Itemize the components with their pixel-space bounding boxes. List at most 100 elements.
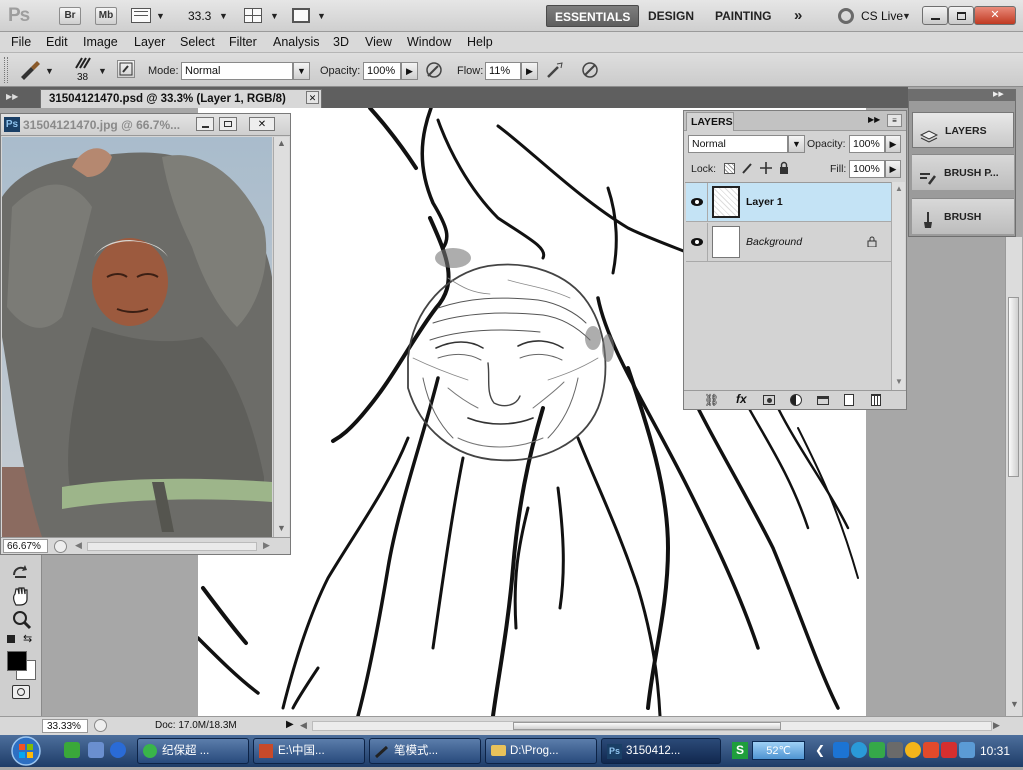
new-layer-icon[interactable] <box>844 394 854 406</box>
quicklaunch-icon[interactable] <box>64 742 80 758</box>
chevron-up-icon[interactable]: ▲ <box>895 184 903 193</box>
clock[interactable]: 10:31 <box>980 744 1010 758</box>
chevron-down-icon[interactable]: ▼ <box>45 66 54 76</box>
brush-tip-icon[interactable] <box>74 56 94 70</box>
chevron-right-icon[interactable]: ▶ <box>263 540 270 551</box>
menu-filter[interactable]: Filter <box>229 35 257 49</box>
workspace-essentials[interactable]: ESSENTIALS <box>546 5 640 27</box>
chevron-down-icon[interactable]: ▼ <box>270 11 279 21</box>
layer-row-layer-1[interactable]: Layer 1 <box>686 183 891 222</box>
close-icon[interactable]: ✕ <box>249 117 275 131</box>
quick-mask-icon[interactable] <box>12 685 30 699</box>
taskbar-item-3[interactable]: 笔模式... <box>369 738 481 764</box>
dock-layers-button[interactable]: LAYERS <box>912 112 1014 148</box>
chevron-down-icon[interactable]: ▼ <box>98 66 107 76</box>
restore-button[interactable] <box>948 6 974 25</box>
new-group-icon[interactable] <box>817 396 829 405</box>
adjustment-layer-icon[interactable] <box>790 394 802 406</box>
show-desktop-icon[interactable] <box>88 742 104 758</box>
pressure-opacity-icon[interactable] <box>424 60 444 80</box>
tray-icon[interactable] <box>869 742 885 758</box>
temperature-widget[interactable]: 52℃ <box>752 741 805 760</box>
layer-name[interactable]: Layer 1 <box>746 196 783 208</box>
tray-icon[interactable] <box>923 742 939 758</box>
menu-image[interactable]: Image <box>83 35 118 49</box>
collapse-icon[interactable]: ▶▶ <box>868 115 880 124</box>
layers-tab[interactable]: LAYERS <box>686 112 734 131</box>
screen-mode-icon[interactable] <box>292 8 310 23</box>
rotate-view-icon[interactable] <box>10 563 32 583</box>
chevron-down-icon[interactable]: ▼ <box>788 135 805 153</box>
volume-icon[interactable] <box>959 742 975 758</box>
tray-icon[interactable] <box>833 742 849 758</box>
app-s-icon[interactable]: S <box>732 742 748 759</box>
expand-icon[interactable]: ▶▶ <box>993 90 1004 98</box>
layer-list-scrollbar[interactable]: ▲ ▼ <box>891 182 905 390</box>
scroll-thumb[interactable] <box>513 722 781 730</box>
visibility-eye-icon[interactable] <box>686 223 708 261</box>
menu-edit[interactable]: Edit <box>46 35 68 49</box>
menu-help[interactable]: Help <box>467 35 493 49</box>
gripper[interactable] <box>4 57 8 83</box>
flow-slider-toggle[interactable]: ▶ <box>521 62 538 80</box>
horizontal-scrollbar[interactable] <box>87 542 257 551</box>
status-menu-icon[interactable] <box>94 719 107 732</box>
layer-opacity-input[interactable]: 100% <box>849 135 885 153</box>
opacity-input[interactable]: 100% <box>363 62 401 80</box>
airbrush-icon[interactable] <box>545 60 565 80</box>
add-mask-icon[interactable] <box>763 395 775 405</box>
blend-mode-select[interactable]: Normal <box>688 135 788 153</box>
arrange-documents-icon[interactable] <box>244 8 262 23</box>
default-colors-icon[interactable] <box>7 635 15 643</box>
foreground-color-swatch[interactable] <box>7 651 27 671</box>
chevron-left-icon[interactable]: ❮ <box>815 743 825 757</box>
layer-row-background[interactable]: Background <box>686 223 891 262</box>
taskbar-item-1[interactable]: 纪保超 ... <box>137 738 249 764</box>
hand-tool-icon[interactable] <box>10 585 32 607</box>
brush-tool-preset-icon[interactable] <box>17 59 43 81</box>
collapse-icon[interactable]: ▶▶ <box>6 92 18 101</box>
mode-select[interactable]: Normal <box>181 62 293 80</box>
fill-input[interactable]: 100% <box>849 160 885 178</box>
chevron-down-icon[interactable]: ▼ <box>902 11 911 21</box>
chevron-down-icon[interactable]: ▼ <box>895 377 903 386</box>
taskbar-item-5[interactable]: Ps 3150412... <box>601 738 721 764</box>
visibility-eye-icon[interactable] <box>686 183 708 221</box>
swap-colors-icon[interactable]: ⇆ <box>23 632 32 645</box>
document-tab[interactable]: 31504121470.psd @ 33.3% (Layer 1, RGB/8) <box>40 89 322 108</box>
chevron-down-icon[interactable]: ▼ <box>277 523 286 533</box>
chevron-down-icon[interactable]: ▼ <box>317 11 326 21</box>
taskbar-item-4[interactable]: D:\Prog... <box>485 738 597 764</box>
start-button[interactable] <box>6 735 46 767</box>
menu-view[interactable]: View <box>365 35 392 49</box>
menu-file[interactable]: File <box>11 35 31 49</box>
chevron-down-icon[interactable]: ▼ <box>219 11 228 21</box>
taskbar-item-2[interactable]: E:\中国... <box>253 738 365 764</box>
chevron-down-icon[interactable]: ▼ <box>293 62 310 80</box>
workspace-painting[interactable]: PAINTING <box>707 5 779 27</box>
panel-menu-icon[interactable]: ≡ <box>887 114 902 127</box>
minimize-icon[interactable] <box>196 117 214 131</box>
chevron-down-icon[interactable]: ▼ <box>1010 699 1019 709</box>
dock-brush-button[interactable]: BRUSH <box>912 198 1014 234</box>
mini-bridge-button[interactable]: Mb <box>95 7 117 25</box>
opacity-slider-toggle[interactable]: ▶ <box>885 135 901 153</box>
opacity-slider-toggle[interactable]: ▶ <box>401 62 418 80</box>
scroll-thumb[interactable] <box>1008 297 1019 477</box>
workspace-design[interactable]: DESIGN <box>640 5 702 27</box>
layer-style-fx-icon[interactable]: fx <box>736 392 747 406</box>
lock-all-icon[interactable] <box>778 161 790 175</box>
fill-slider-toggle[interactable]: ▶ <box>885 160 901 178</box>
vertical-scrollbar[interactable]: ▲ ▼ <box>273 137 289 537</box>
brush-panel-toggle-icon[interactable] <box>117 60 135 78</box>
close-tab-icon[interactable]: ✕ <box>306 91 319 104</box>
chevron-left-icon[interactable]: ◀ <box>300 720 307 731</box>
tray-icon[interactable] <box>887 742 903 758</box>
zoom-tool-icon[interactable] <box>11 609 33 631</box>
menu-3d[interactable]: 3D <box>333 35 349 49</box>
reference-photo-window[interactable]: Ps 31504121470.jpg @ 66.7%... ✕ ▲ ▼ 66.6… <box>0 113 291 555</box>
link-layers-icon[interactable]: ⛓ <box>704 393 719 407</box>
chevron-left-icon[interactable]: ◀ <box>75 540 82 551</box>
canvas-vertical-scrollbar[interactable]: ▼ <box>1005 237 1022 716</box>
restore-icon[interactable] <box>219 117 237 131</box>
